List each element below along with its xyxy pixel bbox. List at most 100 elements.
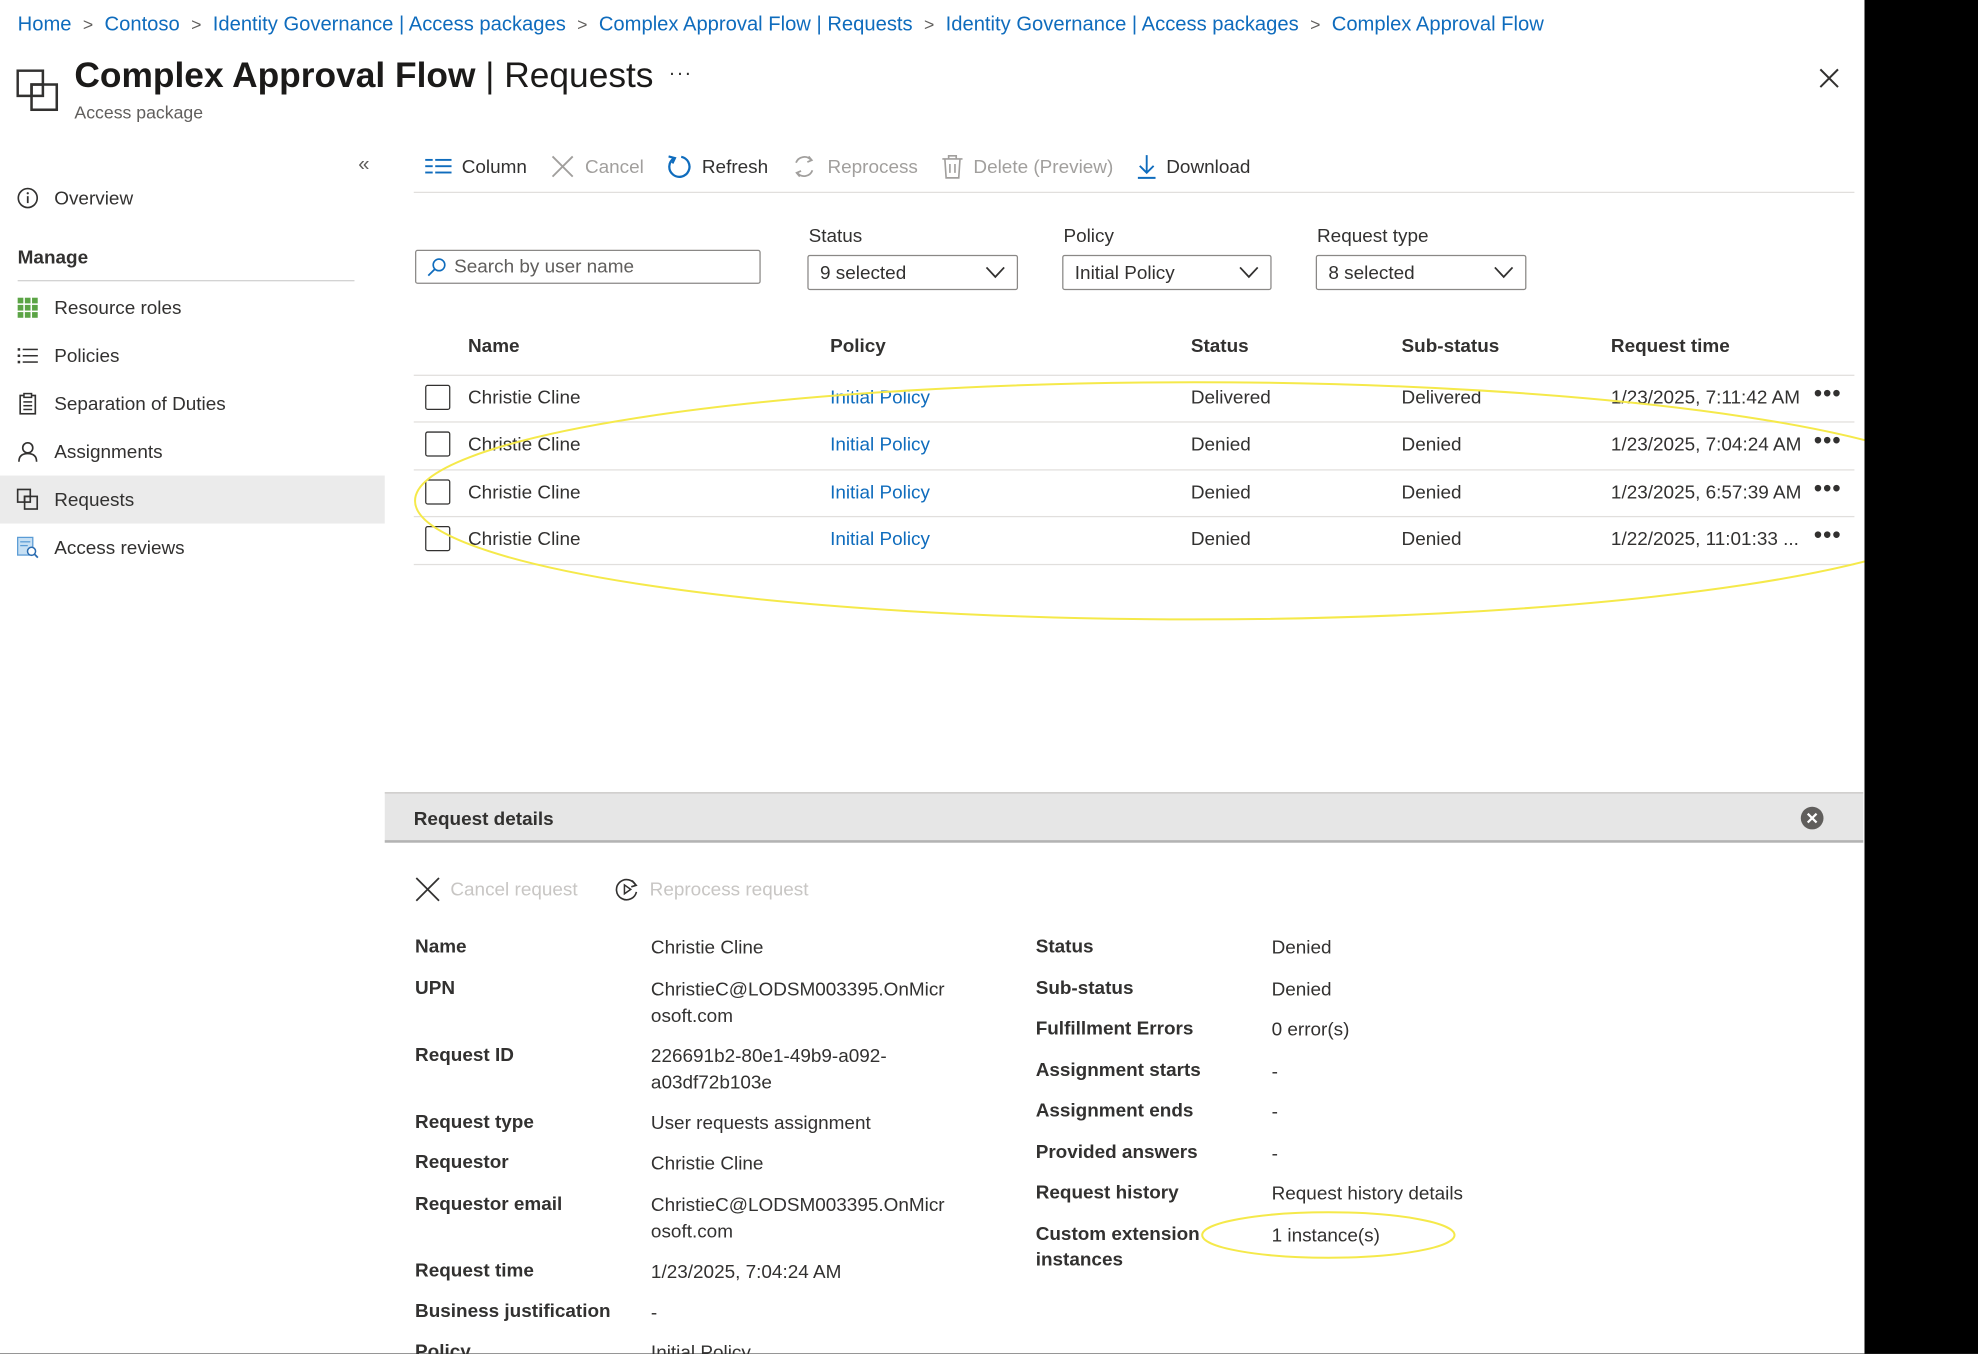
column-header-request-time[interactable]: Request time	[1611, 336, 1730, 357]
close-icon[interactable]	[1817, 66, 1842, 91]
table-row[interactable]: Christie Cline Initial Policy Denied Den…	[413, 469, 1855, 517]
refresh-button[interactable]: Refresh	[667, 154, 769, 179]
column-header-sub-status[interactable]: Sub-status	[1402, 336, 1500, 357]
delete-button[interactable]: Delete (Preview)	[941, 154, 1114, 179]
status-filter-label: Status	[808, 225, 863, 248]
chevron-right-icon: >	[923, 13, 935, 35]
request-type-filter-value: 8 selected	[1328, 261, 1415, 284]
breadcrumb-identity-governance[interactable]: Identity Governance | Access packages	[213, 14, 566, 35]
chevron-down-icon	[985, 266, 1005, 279]
detail-value-provided-answers: -	[1271, 1142, 1278, 1165]
row-checkbox[interactable]	[425, 479, 451, 505]
access-package-icon	[16, 69, 59, 112]
cell-sub-status: Delivered	[1401, 387, 1482, 409]
cell-name: Christie Cline	[468, 481, 581, 504]
clipboard-icon	[16, 392, 39, 415]
refresh-label: Refresh	[701, 155, 769, 178]
policy-filter-label: Policy	[1063, 225, 1114, 248]
review-icon	[16, 536, 39, 559]
cell-policy-link[interactable]: Initial Policy	[830, 529, 930, 550]
table-row[interactable]: Christie Cline Initial Policy Denied Den…	[413, 421, 1855, 469]
trash-icon	[941, 154, 963, 179]
row-more-button[interactable]: •••	[1814, 522, 1842, 548]
breadcrumb-contoso[interactable]: Contoso	[105, 14, 180, 35]
detail-value-name: Christie Cline	[650, 937, 764, 959]
column-button[interactable]: Column	[425, 156, 527, 177]
detail-key-request-time: Request time	[415, 1260, 534, 1282]
cancel-label: Cancel	[584, 155, 644, 178]
request-type-filter-dropdown[interactable]: 8 selected	[1315, 254, 1527, 291]
breadcrumb-home[interactable]: Home	[18, 14, 72, 35]
portal-page: Home > Contoso > Identity Governance | Acces…	[0, 0, 1978, 1354]
request-details-header: Request details	[384, 792, 1864, 843]
list-icon	[16, 344, 39, 367]
detail-value-requestor-email: ChristieC@LODSM003395.OnMicr osoft.com	[650, 1194, 945, 1243]
sidebar-item-requests[interactable]: Requests	[0, 475, 385, 524]
sidebar-item-overview[interactable]: Overview	[0, 174, 385, 222]
sidebar-item-resource-roles[interactable]: Resource roles	[0, 284, 385, 332]
detail-key-custom-extension-instances: Custom extension instances	[1035, 1223, 1200, 1271]
reprocess-request-button[interactable]: Reprocess request	[614, 877, 809, 902]
cell-request-time: 1/23/2025, 6:57:39 AM	[1610, 481, 1802, 504]
table-row[interactable]: Christie Cline Initial Policy Denied Den…	[413, 515, 1855, 564]
row-more-button[interactable]: •••	[1814, 381, 1842, 407]
custom-extension-instances-link[interactable]: 1 instance(s)	[1272, 1222, 1380, 1248]
breadcrumb-identity-governance-2[interactable]: Identity Governance | Access packages	[946, 14, 1299, 35]
search-input[interactable]: Search by user name	[415, 249, 761, 284]
sidebar-item-label: Assignments	[54, 440, 163, 463]
more-options-button[interactable]: ···	[669, 63, 693, 86]
status-filter-dropdown[interactable]: 9 selected	[807, 254, 1019, 291]
column-label: Column	[461, 155, 527, 178]
command-bar: Column Cancel Refresh Reprocess Delete (…	[425, 149, 1273, 184]
detail-value-status: Denied	[1271, 937, 1332, 959]
sidebar-item-access-reviews[interactable]: Access reviews	[0, 524, 385, 572]
divider	[413, 563, 1855, 566]
sidebar-item-policies[interactable]: Policies	[0, 332, 385, 380]
row-more-button[interactable]: •••	[1814, 476, 1842, 502]
detail-value-policy-link[interactable]: Initial Policy	[651, 1340, 751, 1353]
sidebar-item-assignments[interactable]: Assignments	[0, 428, 385, 476]
chevron-right-icon: >	[82, 13, 94, 35]
close-circle-icon[interactable]	[1800, 806, 1824, 830]
reprocess-button[interactable]: Reprocess	[791, 154, 918, 179]
detail-key-name: Name	[415, 936, 467, 958]
sidebar-item-label: Policies	[54, 345, 120, 367]
row-checkbox[interactable]	[425, 526, 451, 552]
breadcrumb-requests[interactable]: Complex Approval Flow | Requests	[599, 14, 913, 35]
detail-key-provided-answers: Provided answers	[1035, 1141, 1198, 1164]
request-history-details-link[interactable]: Request history details	[1272, 1181, 1463, 1207]
cell-policy-link[interactable]: Initial Policy	[830, 434, 930, 455]
row-more-button[interactable]: •••	[1814, 428, 1842, 454]
sidebar-item-separation-of-duties[interactable]: Separation of Duties	[0, 380, 385, 428]
delete-label: Delete (Preview)	[973, 155, 1114, 178]
policy-filter-dropdown[interactable]: Initial Policy	[1062, 254, 1272, 291]
reprocess-label: Reprocess	[827, 155, 918, 178]
cell-status: Denied	[1190, 528, 1251, 551]
detail-value-business-justification: -	[650, 1301, 658, 1324]
package-icon	[16, 488, 39, 511]
columns-icon	[425, 158, 452, 174]
cell-policy-link[interactable]: Initial Policy	[830, 482, 930, 503]
row-checkbox[interactable]	[425, 384, 451, 410]
row-checkbox[interactable]	[425, 431, 451, 457]
page-title: Complex Approval Flow | Requests	[74, 56, 653, 96]
column-header-policy[interactable]: Policy	[830, 336, 886, 357]
download-button[interactable]: Download	[1136, 154, 1250, 179]
column-header-name[interactable]: Name	[468, 336, 520, 357]
cancel-request-button[interactable]: Cancel request	[415, 877, 578, 902]
cell-policy-link[interactable]: Initial Policy	[830, 387, 930, 408]
request-type-filter-label: Request type	[1317, 225, 1429, 248]
detail-value-request-time: 1/23/2025, 7:04:24 AM	[650, 1261, 842, 1283]
sidebar-item-label: Overview	[54, 187, 134, 209]
column-header-status[interactable]: Status	[1191, 336, 1249, 357]
breadcrumb-complex-approval-flow[interactable]: Complex Approval Flow	[1332, 14, 1544, 35]
detail-key-request-history: Request history	[1035, 1182, 1179, 1204]
cancel-button[interactable]: Cancel	[550, 154, 644, 179]
detail-value-upn: ChristieC@LODSM003395.OnMicr osoft.com	[650, 978, 945, 1027]
chevron-down-icon	[1494, 266, 1514, 279]
table-row[interactable]: Christie Cline Initial Policy Delivered …	[413, 374, 1855, 423]
cell-request-time: 1/23/2025, 7:11:42 AM	[1610, 387, 1800, 409]
sidebar-item-label: Separation of Duties	[54, 392, 226, 415]
chevron-right-icon: >	[1310, 13, 1321, 35]
cell-status: Delivered	[1190, 387, 1271, 409]
